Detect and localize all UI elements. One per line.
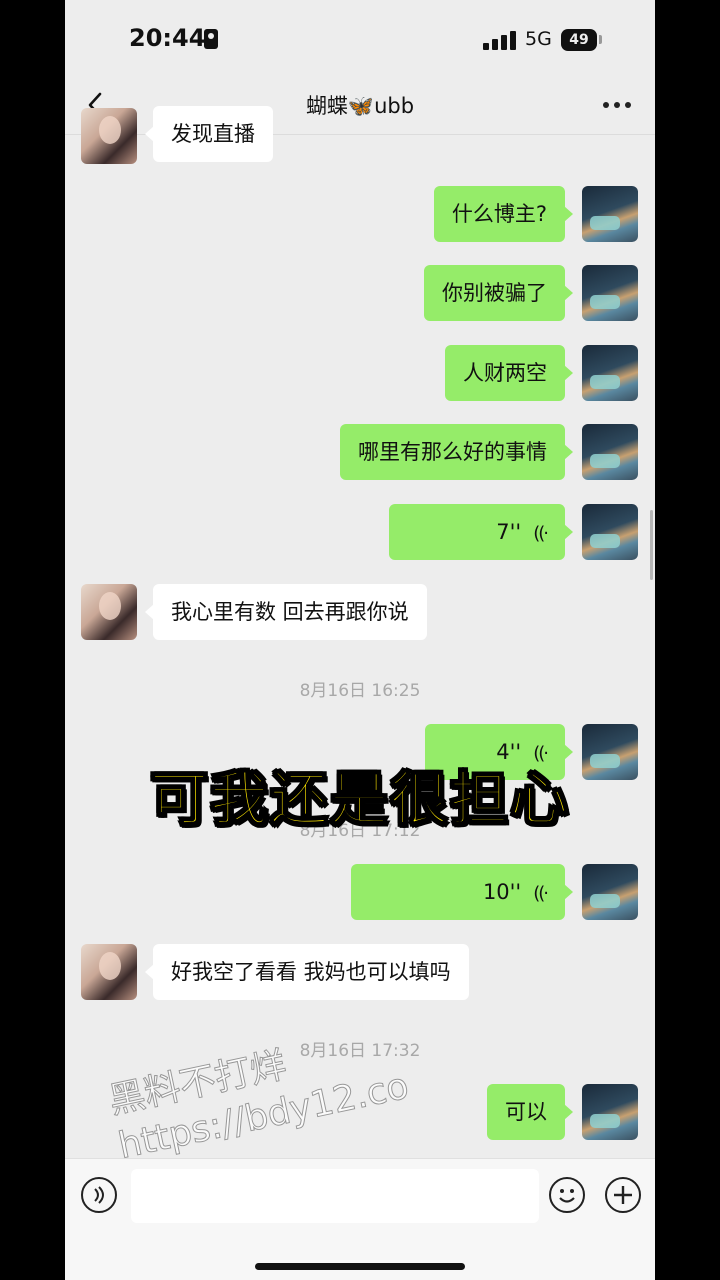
contact-avatar[interactable] <box>81 108 137 164</box>
contact-avatar[interactable] <box>81 944 137 1000</box>
timestamp: 8月16日 16:25 <box>299 681 421 701</box>
network-type: 5G <box>525 28 552 50</box>
outgoing-message[interactable]: 哪里有那么好的事情 <box>340 424 573 480</box>
my-avatar[interactable] <box>582 864 638 920</box>
incoming-message[interactable]: 发现直播 <box>145 106 273 162</box>
watermark-line: 黑料不打烊 <box>105 1044 291 1123</box>
watermark-line: https://bdy12.co <box>114 1065 413 1168</box>
input-bar <box>65 1158 655 1280</box>
emoji-icon[interactable] <box>549 1177 585 1213</box>
my-avatar[interactable] <box>582 265 638 321</box>
voice-duration: 7'' <box>496 520 522 544</box>
incoming-message[interactable]: 我心里有数 回去再跟你说 <box>145 584 427 640</box>
plus-icon[interactable] <box>605 1177 641 1213</box>
status-time: 20:44 <box>129 24 206 52</box>
timestamp: 8月16日 17:32 <box>299 1041 421 1061</box>
voice-duration: 10'' <box>482 880 522 904</box>
voice-message[interactable]: 10'' ((· <box>351 864 573 920</box>
outgoing-message[interactable]: 人财两空 <box>445 345 573 401</box>
signal-icon <box>483 30 517 50</box>
sim-icon <box>204 29 218 49</box>
incoming-message[interactable]: 好我空了看看 我妈也可以填吗 <box>145 944 469 1000</box>
my-avatar[interactable] <box>582 424 638 480</box>
home-indicator[interactable] <box>255 1263 465 1270</box>
outgoing-message[interactable]: 可以 <box>487 1084 573 1140</box>
battery-tip-icon <box>599 35 602 44</box>
status-bar: 20:44 5G 49 <box>65 0 655 78</box>
my-avatar[interactable] <box>582 186 638 242</box>
voice-input-icon[interactable] <box>81 1177 117 1213</box>
scrollbar[interactable] <box>650 510 653 580</box>
video-caption: 可我还是很担心 <box>149 764 570 834</box>
my-avatar[interactable] <box>582 1084 638 1140</box>
my-avatar[interactable] <box>582 504 638 560</box>
more-icon[interactable] <box>603 102 631 110</box>
outgoing-message[interactable]: 什么博主? <box>433 186 574 242</box>
voice-message[interactable]: 7'' ((· <box>389 504 573 560</box>
my-avatar[interactable] <box>582 345 638 401</box>
chat-screen: 20:44 5G 49 蝴蝶🦋ubb 发现直播 什么博主? 你别被骗了 人财两空… <box>65 0 655 1280</box>
voice-wave-icon: ((· <box>533 523 549 544</box>
outgoing-message[interactable]: 你别被骗了 <box>424 265 573 321</box>
battery-level: 49 <box>561 29 597 51</box>
contact-avatar[interactable] <box>81 584 137 640</box>
message-input[interactable] <box>131 1169 539 1223</box>
voice-wave-icon: ((· <box>533 883 549 904</box>
